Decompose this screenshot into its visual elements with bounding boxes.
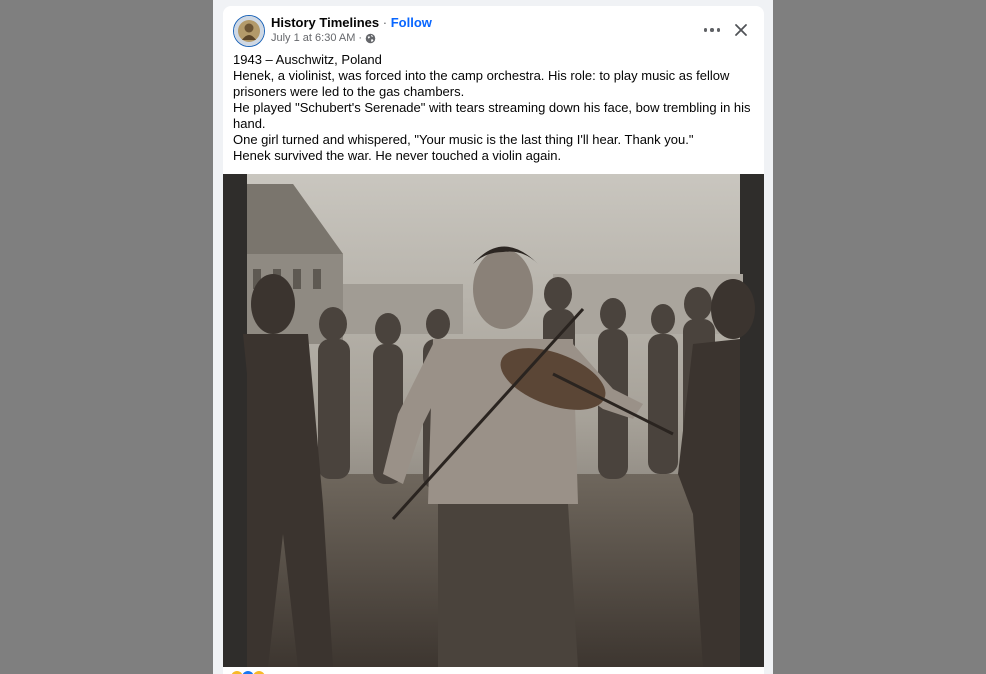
- post-text-line: Henek, a violinist, was forced into the …: [233, 68, 730, 83]
- violinist-photo: [223, 174, 764, 667]
- header-separator: ·: [382, 15, 388, 30]
- post-text-line: hand.: [233, 116, 266, 131]
- globe-icon: [365, 33, 376, 43]
- more-horizontal-icon-dot: [710, 28, 714, 32]
- more-horizontal-icon-dot: [716, 28, 721, 32]
- post-photo[interactable]: [223, 174, 764, 667]
- more-horizontal-icon: [703, 28, 708, 32]
- more-options-button[interactable]: [699, 20, 725, 40]
- post-text-line: Henek survived the war. He never touched…: [233, 148, 562, 163]
- close-button[interactable]: [731, 20, 751, 40]
- reaction-icons[interactable]: [230, 670, 266, 674]
- post-card: History Timelines · Follow July 1 at 6:3…: [223, 6, 764, 674]
- page-name-link[interactable]: History Timelines: [271, 15, 379, 30]
- post-text-line: prisoners were led to the gas chambers.: [233, 84, 465, 99]
- page-avatar[interactable]: [233, 15, 265, 47]
- post-text-line: He played "Schubert's Serenade" with tea…: [233, 100, 751, 115]
- close-icon: [735, 24, 747, 36]
- meta-separator: ·: [358, 32, 363, 44]
- post-header-title: History Timelines · Follow: [271, 15, 432, 30]
- portrait-icon: [234, 16, 264, 46]
- follow-button[interactable]: Follow: [391, 15, 432, 30]
- sad-reaction-icon: [252, 670, 266, 674]
- post-meta: July 1 at 6:30 AM ·: [271, 32, 376, 44]
- post-body-text: 1943 – Auschwitz, Poland Henek, a violin…: [233, 52, 751, 164]
- post-text-line: 1943 – Auschwitz, Poland: [233, 52, 382, 67]
- post-text-line: One girl turned and whispered, "Your mus…: [233, 132, 694, 147]
- post-timestamp-link[interactable]: July 1 at 6:30 AM: [271, 32, 355, 44]
